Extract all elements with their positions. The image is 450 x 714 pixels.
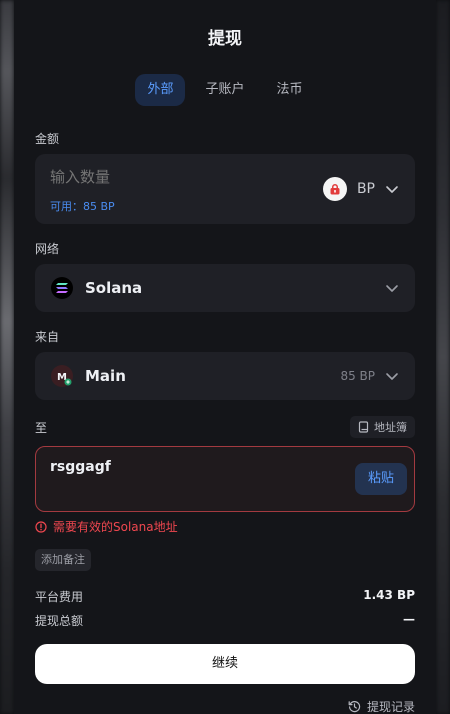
chevron-down-icon [386, 285, 398, 292]
page-title: 提现 [208, 29, 242, 49]
destination-label: 至 [35, 421, 48, 435]
chevron-down-icon [386, 186, 398, 193]
chevron-down-icon [386, 373, 398, 380]
amount-input[interactable] [50, 168, 250, 186]
paste-button[interactable]: 粘贴 [355, 463, 407, 495]
book-icon [358, 421, 369, 433]
history-icon [348, 701, 361, 713]
platform-fee-label: 平台费用 [35, 590, 84, 604]
solana-icon [51, 277, 73, 299]
main-account-icon: M [51, 365, 73, 387]
coin-selector[interactable]: BP [322, 176, 399, 202]
address-error: 需要有效的Solana地址 [35, 518, 178, 535]
continue-button[interactable]: 继续 [35, 644, 415, 684]
coin-code: BP [356, 181, 375, 197]
source-selector[interactable]: M Main 85 BP [35, 352, 415, 400]
amount-field: 可用：85 BP BP [35, 154, 415, 224]
tab-subaccount[interactable]: 子账户 [193, 74, 256, 106]
withdraw-total-row: 提现总额 — [35, 612, 415, 629]
address-field: 粘贴 [35, 446, 415, 512]
background-blur-left [0, 0, 14, 714]
bp-coin-icon [322, 177, 347, 201]
address-error-text: 需要有效的Solana地址 [53, 520, 178, 534]
source-value: Main [85, 367, 126, 385]
available-balance: 可用：85 BP [50, 200, 115, 213]
source-label: 来自 [35, 330, 60, 344]
withdraw-history-link[interactable]: 提现记录 [348, 698, 415, 714]
tab-fiat[interactable]: 法币 [265, 74, 315, 106]
withdraw-total-label: 提现总额 [35, 614, 84, 628]
source-balance: 85 BP [340, 369, 375, 383]
amount-label: 金额 [35, 132, 60, 146]
address-input[interactable] [50, 459, 330, 475]
platform-fee-row: 平台费用 1.43 BP [35, 588, 415, 605]
withdraw-history-label: 提现记录 [366, 700, 415, 714]
background-blur-right [436, 0, 450, 714]
network-selector[interactable]: Solana [35, 264, 415, 312]
withdraw-panel: 提现 外部 子账户 法币 金额 可用：85 BP BP 网络 [14, 0, 436, 714]
add-memo-button[interactable]: 添加备注 [35, 549, 91, 571]
withdraw-total-value: — [403, 612, 415, 626]
error-icon [35, 520, 47, 533]
address-book-button[interactable]: 地址簿 [350, 416, 415, 438]
platform-fee-value: 1.43 BP [363, 588, 415, 602]
address-book-label: 地址簿 [374, 421, 407, 434]
network-label: 网络 [35, 242, 60, 256]
withdraw-tabs: 外部 子账户 法币 [14, 74, 436, 106]
network-value: Solana [85, 279, 143, 297]
tab-external[interactable]: 外部 [135, 74, 186, 106]
